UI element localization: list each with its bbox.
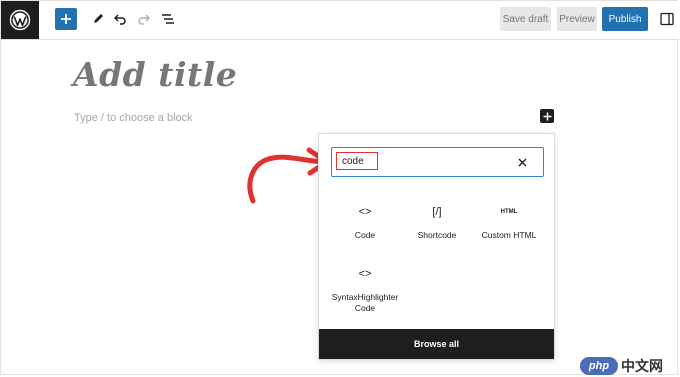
block-placeholder-text[interactable]: Type / to choose a block xyxy=(74,112,193,124)
list-view-icon xyxy=(162,14,174,24)
inline-inserter-button[interactable] xyxy=(540,109,554,123)
plus-icon xyxy=(61,14,71,24)
block-item-label: SyntaxHighlighter Code xyxy=(331,292,399,313)
site-watermark: php 中文网 xyxy=(580,355,680,377)
add-block-button[interactable] xyxy=(55,8,77,30)
pen-icon xyxy=(94,14,103,23)
preview-button[interactable]: Preview xyxy=(557,7,597,31)
sidebar-toggle-icon xyxy=(660,12,674,26)
browse-all-button[interactable]: Browse all xyxy=(319,329,554,359)
settings-sidebar-button[interactable] xyxy=(658,10,676,28)
redo-button[interactable] xyxy=(134,8,154,30)
watermark-text: 中文网 xyxy=(621,358,663,374)
publish-button[interactable]: Publish xyxy=(602,7,648,31)
block-item-code[interactable]: <> Code xyxy=(327,202,403,241)
undo-icon xyxy=(114,14,126,25)
block-item-label: Code xyxy=(354,230,376,240)
wordpress-logo-icon[interactable] xyxy=(1,1,39,39)
shortcode-icon: [/] xyxy=(432,206,442,218)
block-item-label: Custom HTML xyxy=(481,230,537,240)
save-draft-button[interactable]: Save draft xyxy=(500,7,551,31)
code-icon: <> xyxy=(358,206,372,218)
clear-search-button[interactable] xyxy=(514,154,530,170)
search-field[interactable] xyxy=(331,147,544,177)
document-overview-button[interactable] xyxy=(158,8,178,30)
undo-button[interactable] xyxy=(110,8,130,30)
editor-window: Save draft Preview Publish Add title Typ… xyxy=(0,0,680,377)
redo-icon xyxy=(138,14,150,25)
block-item-custom-html[interactable]: HTML Custom HTML xyxy=(471,202,547,241)
block-item-syntaxhighlighter-code[interactable]: <> SyntaxHighlighter Code xyxy=(327,264,403,314)
block-item-shortcode[interactable]: [/] Shortcode xyxy=(399,202,475,241)
watermark-badge: php xyxy=(580,357,618,375)
code-icon: <> xyxy=(358,268,372,280)
block-item-label: Shortcode xyxy=(417,230,457,240)
block-inserter-panel: <> Code [/] Shortcode HTML Custom HTML <… xyxy=(318,133,555,360)
close-icon xyxy=(518,158,526,166)
html-icon: HTML xyxy=(500,209,518,215)
search-input[interactable] xyxy=(336,152,492,171)
tools-button[interactable] xyxy=(87,8,109,30)
top-toolbar: Save draft Preview Publish xyxy=(1,1,679,40)
plus-icon xyxy=(543,112,551,120)
post-title-input[interactable]: Add title xyxy=(73,55,237,94)
